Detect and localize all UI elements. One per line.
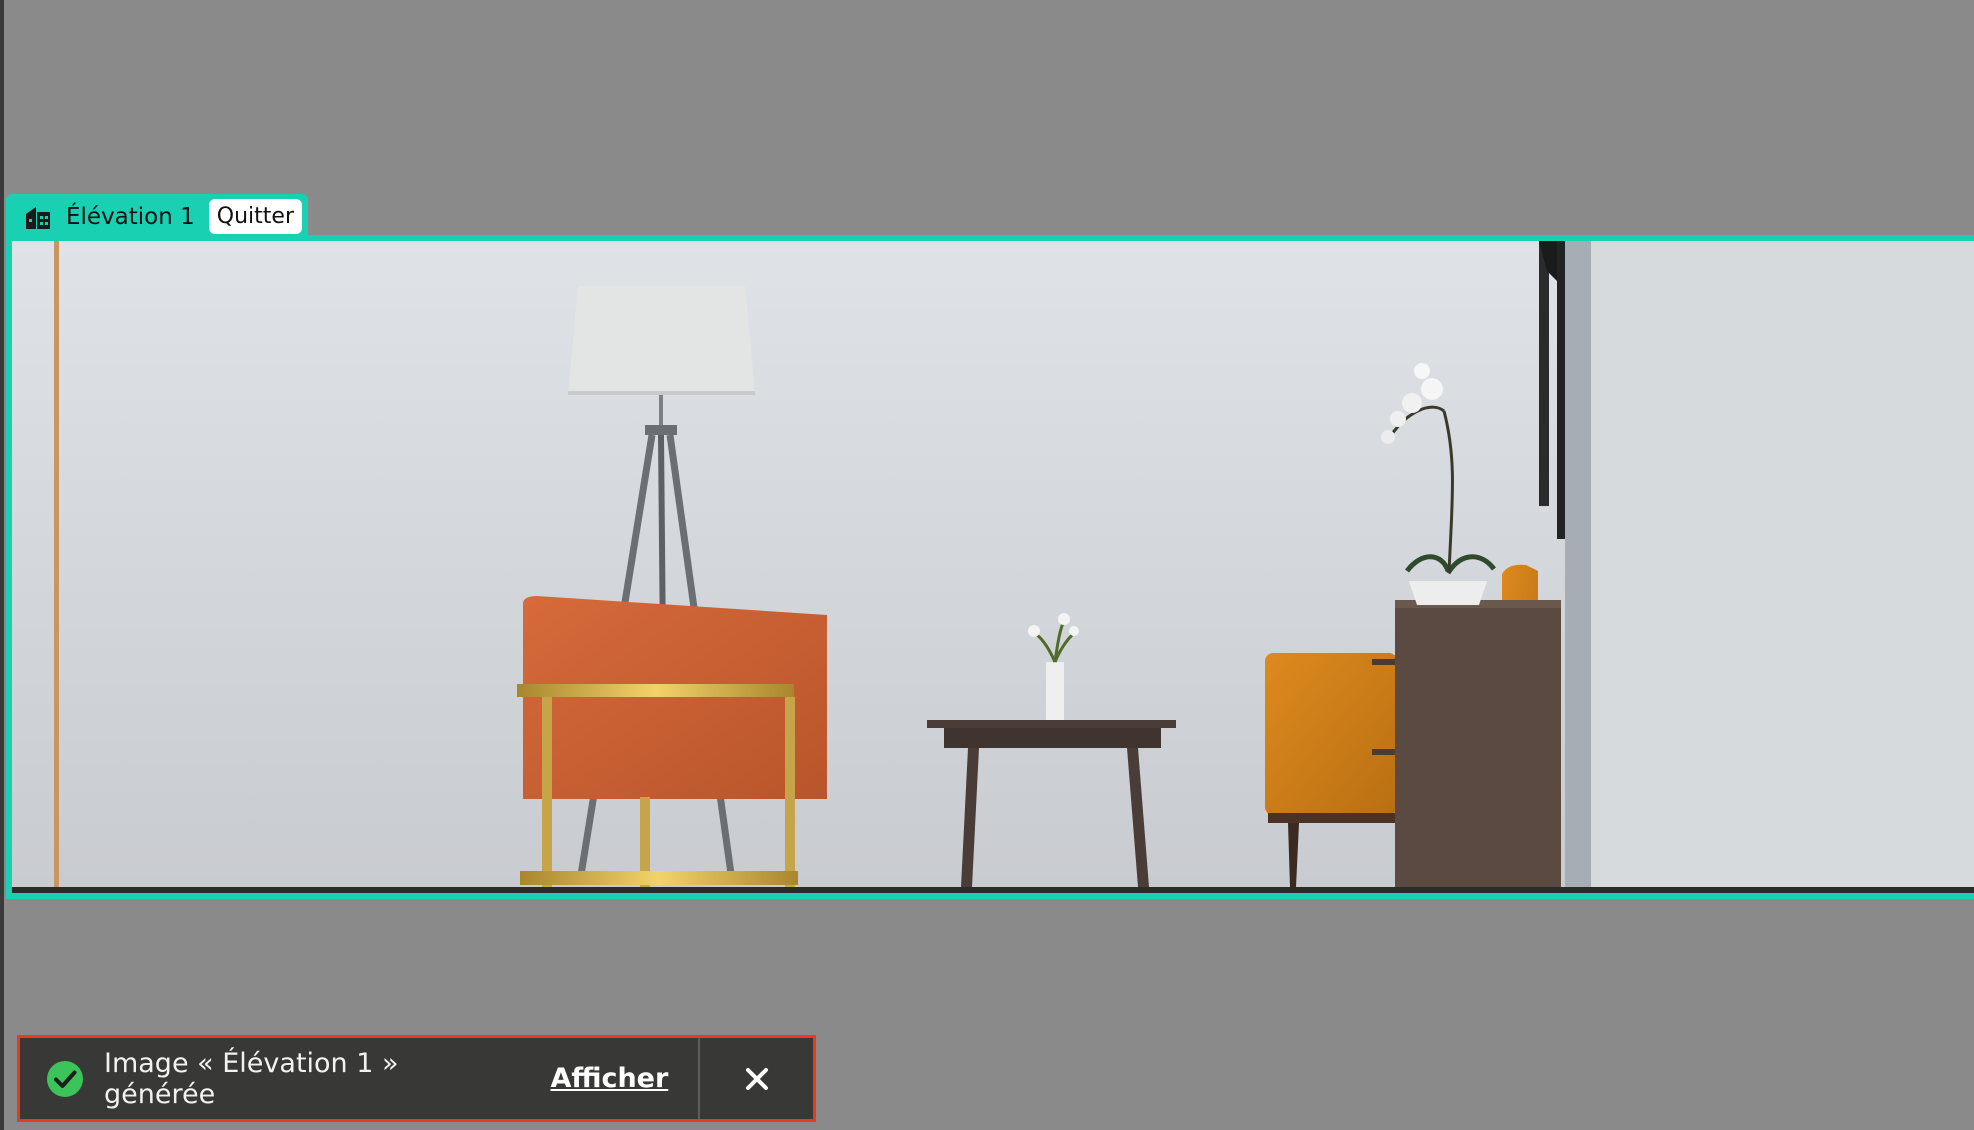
window-edge bbox=[0, 0, 4, 1130]
toast-message: Image « Élévation 1 » générée bbox=[104, 1047, 399, 1110]
elevation-scene bbox=[12, 241, 1974, 893]
close-icon bbox=[745, 1067, 768, 1090]
elevation-title: Élévation 1 bbox=[66, 203, 195, 230]
quit-button[interactable]: Quitter bbox=[208, 199, 302, 234]
toast-close-button[interactable] bbox=[700, 1038, 813, 1119]
elevation-tab: Élévation 1 Quitter bbox=[6, 194, 308, 239]
show-image-link[interactable]: Afficher bbox=[550, 1063, 668, 1094]
elevation-view[interactable] bbox=[6, 235, 1974, 899]
building-icon bbox=[24, 203, 52, 231]
toast-notification: Image « Élévation 1 » générée Afficher bbox=[17, 1035, 816, 1122]
check-circle-icon bbox=[46, 1060, 84, 1098]
